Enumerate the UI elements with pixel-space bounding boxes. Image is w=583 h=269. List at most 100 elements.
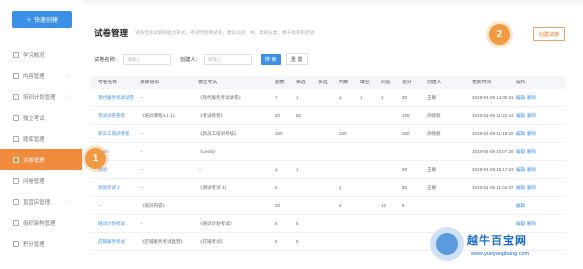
cell-name[interactable]: 现代服务考试试卷 (90, 95, 138, 101)
sidebar-item-label: 内容管理 (23, 73, 45, 80)
cell-a: 1 (381, 94, 384, 100)
table-row: 新员工培训考核 -- 《新员工培训考核》 150 100 300 孙晓丽 2019-04-09… (90, 125, 566, 143)
edit-link[interactable]: 编辑 (516, 203, 525, 208)
watermark-logo-icon (430, 227, 464, 261)
table-row: 现代服务考试试卷 -- 《现代服务考试试卷》 7 1 1 1 1 30 王静 2019-04-09 … (90, 89, 566, 107)
sidebar-item-stores[interactable]: 直营店管理 › (0, 191, 82, 212)
cell-q: 2 (275, 184, 278, 190)
sidebar-item-content[interactable]: 内容管理 › (0, 65, 82, 86)
document-icon (13, 72, 19, 79)
delete-link[interactable]: 删除 (527, 131, 536, 136)
cell-exam: -- (198, 166, 201, 172)
sidebar-item-org[interactable]: 组织架构管理 (0, 212, 82, 233)
cell-total: 6 (402, 202, 405, 208)
delete-link[interactable]: 删除 (527, 185, 536, 190)
cell-total: 50 (402, 166, 408, 172)
paper-icon (13, 156, 19, 163)
column-header: 更新时间 (472, 79, 492, 85)
cell-exam: 《考试卷卷》 (198, 112, 225, 118)
cell-time: 2019-04-09 11:22:44 (472, 112, 514, 118)
cell-name[interactable]: 测试考试 4 (90, 185, 138, 191)
cell-creator: 王静 (427, 184, 436, 190)
cell-total: 50 (402, 184, 408, 190)
cell-actions: 编辑 (514, 203, 566, 209)
edit-link[interactable]: 编辑 (516, 131, 525, 136)
delete-link[interactable]: 删除 (527, 221, 536, 226)
edit-link[interactable]: 编辑 (516, 149, 525, 154)
cell-exam: 《新员工培训考核》 (198, 130, 239, 136)
sidebar-item-exam[interactable]: 独立考试 (0, 107, 82, 128)
sidebar-item-survey[interactable]: 问卷管理 (0, 170, 82, 191)
cell-exam: 《ceshi》 (198, 148, 218, 154)
cell-total: 300 (402, 130, 410, 136)
table-row: 测试考试 4 -- 《测试考试 4》 2 1 50 王静 2019-04-08 11:04:3… (90, 179, 566, 197)
cell-name[interactable]: -- (90, 203, 138, 209)
edit-link[interactable]: 编辑 (516, 95, 525, 100)
cell-exam: 《现代服务考试试卷》 (198, 94, 243, 100)
cell-name[interactable]: 培训计划考试 (90, 221, 138, 227)
cell-creator: 王静 (427, 94, 436, 100)
cell-q: 150 (275, 130, 283, 136)
cell-s: 5 (296, 238, 299, 244)
sidebar: ＋ 快速创建 学习概况 内容管理 › 培训计划管理 › 独立考试 题库管理 试卷管理… (0, 0, 83, 269)
sidebar-item-training-plan[interactable]: 培训计划管理 › (0, 86, 82, 107)
paper-name-input[interactable]: 请输入 (122, 53, 171, 65)
delete-link[interactable]: 删除 (527, 149, 536, 154)
creator-label: 创建人： (179, 56, 201, 63)
cell-s: 5 (296, 220, 299, 226)
database-icon (13, 135, 19, 142)
sidebar-item-points[interactable]: 积分管理 (0, 233, 82, 254)
cell-training: -- (140, 94, 143, 100)
quick-create-button[interactable]: ＋ 快速创建 (12, 11, 72, 28)
cell-time: 2019-04-08 11:04:37 (472, 184, 514, 190)
column-header: 填空 (360, 79, 370, 85)
sidebar-item-label: 培训计划管理 (23, 94, 56, 101)
edit-link[interactable]: 编辑 (516, 221, 525, 226)
filter-bar: 试卷名称： 请输入 创建人： 请输入 搜 索 重 置 (94, 53, 308, 65)
creator-input[interactable]: 请输入 (203, 53, 252, 65)
calendar-icon (13, 93, 19, 100)
cell-q: 1 (275, 166, 278, 172)
edit-link[interactable]: 编辑 (516, 185, 525, 190)
create-paper-button[interactable]: 创建试卷 (533, 27, 565, 41)
sidebar-item-question-bank[interactable]: 题库管理 (0, 128, 82, 149)
column-header: 问答 (381, 79, 391, 85)
sidebar-item-label: 试卷管理 (23, 157, 45, 164)
cell-training: 《店铺服务考试直营》 (140, 238, 185, 244)
reset-button[interactable]: 重 置 (285, 53, 308, 65)
paper-table: 考卷名称 关联培训 独立考试 题数 单选 多选 判断 填空 问答 总分 创建人 … (90, 76, 566, 251)
cell-actions: 编辑 删除 (514, 113, 566, 119)
column-header: 多选 (318, 79, 328, 85)
chevron-icon: › (68, 198, 70, 205)
table-header: 考卷名称 关联培训 独立考试 题数 单选 多选 判断 填空 问答 总分 创建人 … (90, 76, 566, 89)
cell-training: 《培训内容》 (140, 202, 167, 208)
cell-j: 4 (339, 202, 342, 208)
sidebar-item-overview[interactable]: 学习概况 (0, 44, 82, 65)
sidebar-item-label: 组织架构管理 (23, 220, 56, 227)
cell-total: 30 (402, 94, 408, 100)
search-button[interactable]: 搜 索 (260, 53, 281, 65)
sidebar-item-label: 积分管理 (23, 241, 45, 248)
org-icon (13, 219, 19, 226)
cell-name[interactable]: 店铺服务考试 (90, 239, 138, 245)
delete-link[interactable]: 删除 (527, 113, 536, 118)
edit-link[interactable]: 编辑 (516, 167, 525, 172)
cell-a: 12 (381, 202, 387, 208)
sidebar-item-paper[interactable]: 试卷管理 (0, 149, 82, 170)
sidebar-item-label: 题库管理 (23, 136, 45, 143)
cell-name[interactable]: 考试试卷卷卷 (90, 113, 138, 119)
cell-training: 《培训课程4.1.1》 (140, 112, 178, 118)
cell-creator: 王静 (427, 166, 436, 172)
chevron-icon: › (68, 93, 70, 100)
column-header: 创建人 (427, 79, 442, 85)
delete-link[interactable]: 删除 (527, 167, 536, 172)
delete-link[interactable]: 删除 (527, 95, 536, 100)
exam-icon (13, 114, 19, 121)
cell-actions: 编辑 删除 (514, 185, 566, 191)
cell-exam: 《店铺考试》 (198, 238, 225, 244)
cell-j: 1 (339, 184, 342, 190)
edit-link[interactable]: 编辑 (516, 113, 525, 118)
chart-icon (13, 51, 19, 58)
cell-name[interactable]: 新员工培训考核 (90, 131, 138, 137)
cell-actions: 编辑 删除 (514, 131, 566, 137)
